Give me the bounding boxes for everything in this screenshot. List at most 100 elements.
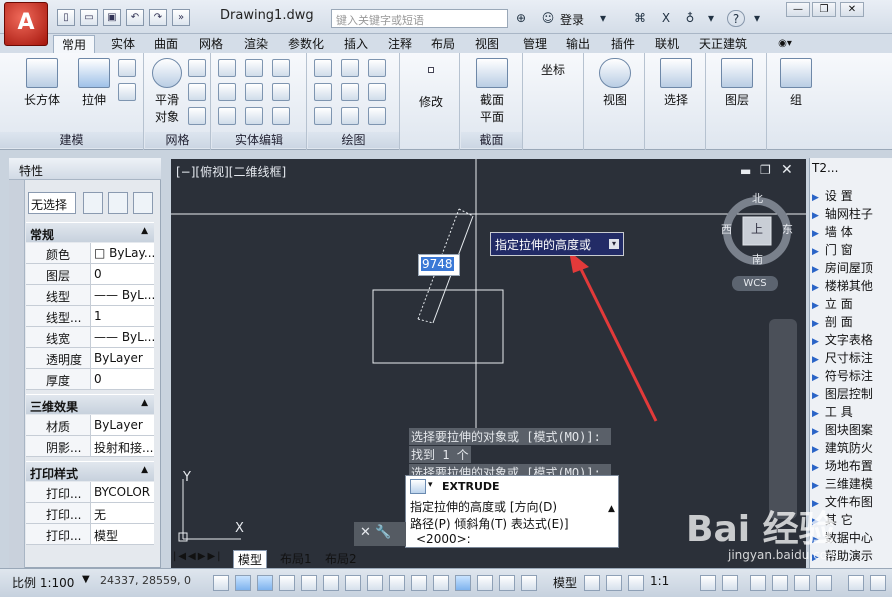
restore-button[interactable]: ❐ [812,2,836,17]
compass-south[interactable]: 南 [752,251,763,267]
tool-item[interactable]: ▶ 楼梯其他 [812,277,888,294]
prop-value[interactable]: —— ByL... [90,327,154,347]
login-link[interactable]: 登录 [560,11,584,28]
arc-icon[interactable] [368,59,386,77]
section-plane-button[interactable]: 截面 平面 [469,58,515,125]
command-scroll-up-icon[interactable]: ▲ [608,504,615,514]
annotation-visibility-icon[interactable] [700,575,716,591]
tab-layout1[interactable]: 布局1 [276,550,316,567]
quick-view-layouts-icon[interactable] [584,575,600,591]
prop-value[interactable]: ByLayer [90,348,154,368]
mesh-refine-icon[interactable] [188,107,206,125]
transparency-icon[interactable] [455,575,471,591]
thicken-icon[interactable] [245,107,263,125]
prop-row-plot-table[interactable]: 打印... 无 [26,503,154,524]
tab-annotate[interactable]: 注释 [380,35,420,53]
qat-overflow-icon[interactable]: » [172,9,190,26]
tab-manage[interactable]: 管理 [513,35,557,53]
tool-item[interactable]: ▶ 尺寸标注 [812,349,888,366]
polysolid-icon[interactable] [118,83,136,101]
tool-item[interactable]: ▶ 工 具 [812,403,888,420]
solid-edit-body-icon[interactable] [272,107,290,125]
tool-item[interactable]: ▶ 房间屋顶 [812,259,888,276]
dynamic-input-icon[interactable] [411,575,427,591]
tab-parametric[interactable]: 参数化 [281,35,331,53]
prop-value[interactable]: BYCOLOR [90,482,154,502]
layers-button[interactable]: 图层 [715,58,759,108]
tab-layout2[interactable]: 布局2 [321,550,361,567]
intersect-icon[interactable] [218,107,236,125]
tool-item[interactable]: ▶ 墙 体 [812,223,888,240]
selection-dropdown[interactable]: 无选择 [28,192,76,214]
quick-select-icon[interactable] [133,192,153,214]
viewcube-top-label[interactable]: 上 [751,220,763,237]
polygon-icon[interactable] [314,107,332,125]
3d-object-snap-icon[interactable] [345,575,361,591]
tab-home[interactable]: 常用 [53,35,95,53]
command-line-window[interactable]: ▾ EXTRUDE 指定拉伸的高度或 [方向(D) 路径(P) 倾斜角(T) 表… [405,475,619,548]
tab-tangent-arch[interactable]: 天正建筑 [693,35,753,53]
rectangle-icon[interactable] [341,107,359,125]
tool-item[interactable]: ▶ 剖 面 [812,313,888,330]
autodesk-x-icon[interactable]: X [657,10,675,27]
prop-row-linetype-scale[interactable]: 线型... 1 [26,306,154,327]
tab-view[interactable]: 视图 [467,35,507,53]
tool-item[interactable]: ▶ 建筑防火 [812,439,888,456]
slice-icon[interactable] [245,59,263,77]
prop-value[interactable]: 0 [90,369,154,389]
selection-button[interactable]: 选择 [654,58,698,108]
section-plot-style[interactable]: 打印样式 ▲ [26,461,154,481]
prompt-options-icon[interactable]: ▾ [609,239,619,249]
command-prompt-line2[interactable]: 路径(P) 倾斜角(T) 表达式(E)] [410,515,569,532]
model-space-button[interactable]: 模型 [553,574,577,591]
search-input[interactable]: 键入关键字或短语 [331,9,508,28]
save-icon[interactable]: ▣ [103,9,121,26]
modify-button[interactable]: 修改 [409,63,453,110]
viewport-minimize-icon[interactable]: ▬ [740,164,751,178]
help-dropdown-icon[interactable]: ▾ [748,10,766,27]
prop-value[interactable]: —— ByL... [90,285,154,305]
viewport-close-icon[interactable]: ✕ [781,162,793,178]
line-icon[interactable] [314,59,332,77]
3dpoly-icon[interactable] [341,83,359,101]
section-general[interactable]: 常规 ▲ [26,222,154,242]
prop-row-lineweight[interactable]: 线宽 —— ByL... [26,327,154,348]
wcs-menu[interactable]: WCS [732,276,778,291]
layout-nav-arrows-icon[interactable]: |◀◀▶▶| [173,551,223,562]
tool-item[interactable]: ▶ 场地布置 [812,457,888,474]
tool-item[interactable]: ▶ 三维建模 [812,475,888,492]
tab-model[interactable]: 模型 [233,550,268,569]
ortho-mode-icon[interactable] [279,575,295,591]
viewport-controls-label[interactable]: [−][俯视][二维线框] [176,163,286,180]
dynamic-input-field[interactable]: 9748 [418,254,460,276]
tab-online[interactable]: 联机 [647,35,687,53]
box-button[interactable]: 长方体 [20,58,64,108]
prop-value[interactable]: 1 [90,306,154,326]
view-button[interactable]: 视图 [593,58,637,108]
open-file-icon[interactable]: ▭ [80,9,98,26]
compass-west[interactable]: 西 [721,221,732,237]
presspull-icon[interactable] [118,59,136,77]
ribbon-minimize-icon[interactable]: ◉▾ [770,35,800,53]
prop-row-thickness[interactable]: 厚度 0 [26,369,154,390]
new-file-icon[interactable]: ▯ [57,9,75,26]
help-icon[interactable]: ? [727,10,745,27]
tool-item[interactable]: ▶ 文字表格 [812,331,888,348]
command-dropdown-icon[interactable]: ▾ [428,480,433,490]
selection-cycling-icon[interactable] [499,575,515,591]
login-dropdown-icon[interactable]: ▾ [594,10,612,27]
prop-row-shadow[interactable]: 阴影... 投射和接... [26,436,154,457]
ellipse-icon[interactable] [368,107,386,125]
prop-row-plot-style[interactable]: 打印... BYCOLOR [26,482,154,503]
toggle-pickadd-icon[interactable] [83,192,103,214]
solid-edit-edges-icon[interactable] [272,83,290,101]
lineweight-icon[interactable] [433,575,449,591]
tab-insert[interactable]: 插入 [336,35,376,53]
binoculars-icon[interactable]: ⊕ [512,10,530,27]
quick-properties-icon[interactable] [477,575,493,591]
union-icon[interactable] [218,59,236,77]
prop-value[interactable]: 无 [90,503,154,523]
tab-layout[interactable]: 布局 [423,35,463,53]
tool-item[interactable]: ▶ 符号标注 [812,367,888,384]
extrude-button[interactable]: 拉伸 [72,58,116,108]
